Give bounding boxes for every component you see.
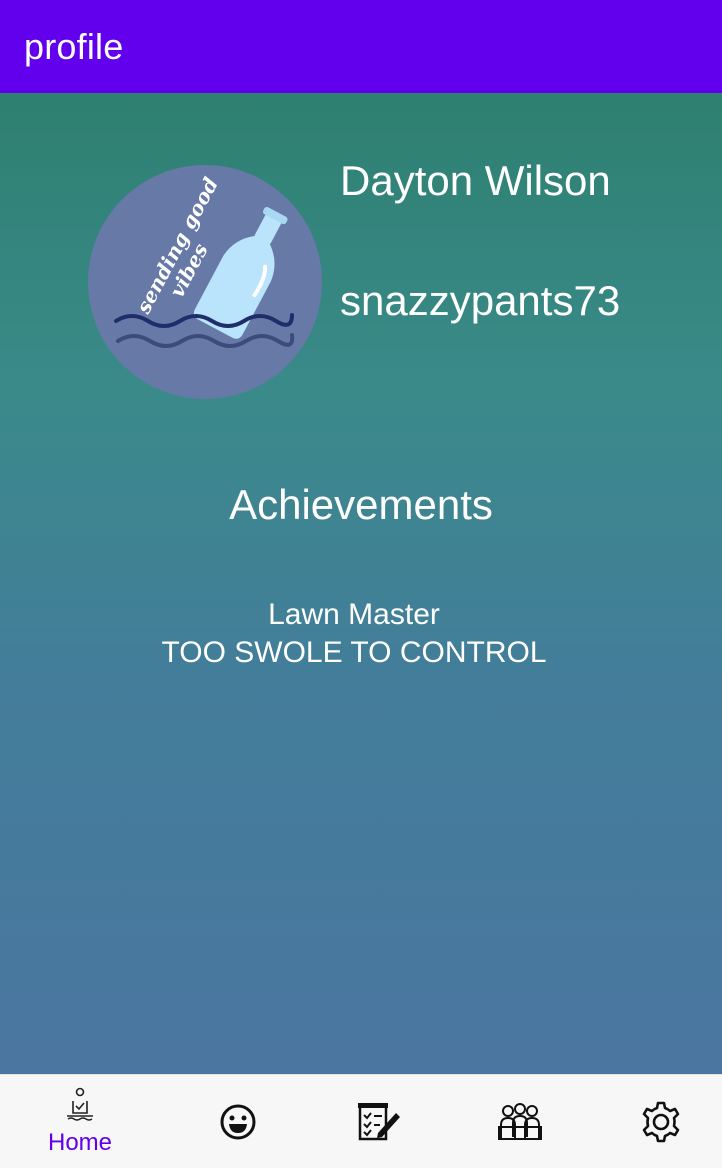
nav-settings[interactable] (589, 1075, 722, 1168)
avatar: sending good vibes (88, 165, 322, 399)
group-icon (498, 1102, 542, 1140)
smiley-face-icon (220, 1104, 256, 1139)
home-icon (67, 1087, 93, 1121)
checklist-edit-icon (358, 1102, 400, 1140)
profile-name: Dayton Wilson (340, 157, 611, 204)
achievement-item: Lawn Master (268, 598, 440, 631)
page-title: profile (24, 26, 124, 67)
achievements-heading: Achievements (229, 481, 493, 528)
achievement-item: TOO SWOLE TO CONTROL (161, 636, 547, 669)
nav-community[interactable] (448, 1075, 592, 1168)
nav-home[interactable]: Home (8, 1075, 152, 1168)
nav-mood[interactable] (166, 1075, 310, 1168)
nav-home-label: Home (47, 1128, 113, 1156)
app-bar: profile (0, 0, 722, 93)
gear-icon (642, 1101, 680, 1142)
achievements-list: Lawn Master TOO SWOLE TO CONTROL (0, 596, 708, 672)
profile-username: snazzypants73 (340, 277, 621, 324)
profile-content: sending good vibes Dayton Wilson snazzyp… (0, 93, 722, 1074)
nav-tasks[interactable] (307, 1075, 451, 1168)
bottom-navigation: Home (0, 1074, 722, 1168)
message-in-bottle-logo: sending good vibes (114, 173, 295, 348)
